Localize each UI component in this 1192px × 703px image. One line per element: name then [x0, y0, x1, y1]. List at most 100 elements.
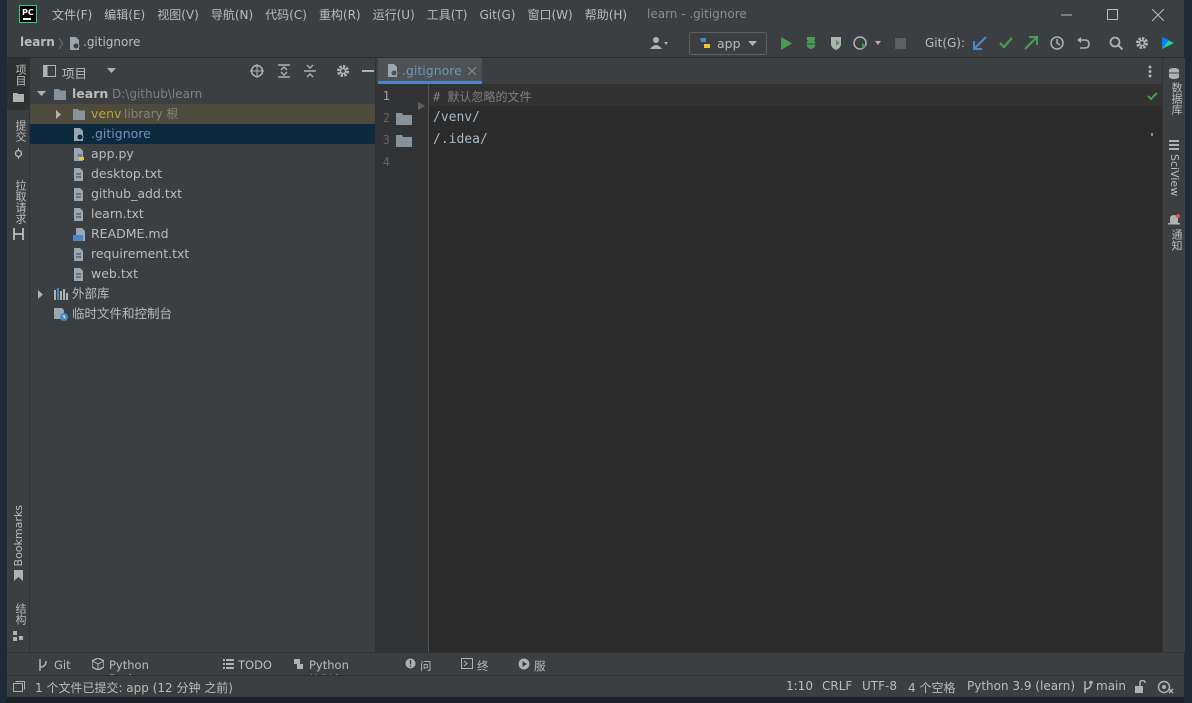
no-problems-check-icon[interactable] [1147, 92, 1158, 101]
menu-window[interactable]: 窗口(W) [527, 6, 572, 23]
profiler-icon [853, 36, 881, 50]
git-update-button[interactable] [970, 33, 990, 53]
tool-window-notifications[interactable]: 通知 [1168, 229, 1184, 251]
menu-navigate[interactable]: 导航(N) [211, 6, 253, 23]
breadcrumb-file[interactable]: .gitignore [83, 35, 140, 49]
close-tab-icon[interactable] [468, 67, 476, 75]
jetbrains-toolbox-button[interactable] [1158, 33, 1178, 53]
tree-row-scratches[interactable]: 临时文件和控制台 [30, 304, 375, 324]
commit-icon [14, 148, 23, 159]
clock-icon [1050, 36, 1064, 50]
run-button[interactable] [777, 33, 795, 53]
breadcrumb-project[interactable]: learn [20, 35, 55, 49]
tree-row-app-py[interactable]: app.py [30, 144, 375, 164]
collapse-all-icon[interactable] [303, 64, 317, 78]
close-window-button[interactable] [1135, 0, 1181, 29]
tree-path-learn: D:\github\learn [112, 87, 203, 101]
user-button[interactable] [645, 33, 673, 53]
tab-gitignore[interactable]: .gitignore [378, 58, 482, 84]
git-branch[interactable]: main [1096, 679, 1126, 693]
chevron-right-icon[interactable] [56, 110, 62, 119]
git-history-button[interactable] [1047, 33, 1067, 53]
tool-window-project[interactable]: 项目 [12, 64, 28, 86]
menu-git[interactable]: Git(G) [479, 8, 515, 22]
chevron-down-icon[interactable] [37, 91, 46, 97]
hide-panel-icon[interactable] [362, 70, 374, 72]
gear-icon[interactable] [336, 64, 350, 78]
tree-row-external-libraries[interactable]: 外部库 [30, 284, 375, 304]
project-view-title[interactable]: 项目 [62, 63, 87, 82]
stop-button[interactable] [892, 33, 908, 53]
minimize-icon [1060, 14, 1072, 16]
git-push-button[interactable] [1021, 33, 1041, 53]
chevron-down-icon[interactable] [107, 68, 116, 74]
database-icon [1169, 68, 1179, 79]
menu-run[interactable]: 运行(U) [373, 6, 415, 23]
search-icon [1109, 36, 1123, 50]
line-separator[interactable]: CRLF [822, 679, 852, 693]
interpreter-inspector-icon[interactable] [1157, 680, 1174, 694]
status-bar: 1 个文件已提交: app (12 分钟 之前) 1:10 CRLF UTF-8… [7, 675, 1184, 698]
fold-marker-icon[interactable] [418, 102, 425, 110]
tree-row-learn-txt[interactable]: learn.txt [30, 204, 375, 224]
tool-window-database[interactable]: 数据库 [1168, 82, 1184, 115]
editor-area: .gitignore 1 2 3 4 # 默认忽略的文件 /venv/ /.id… [376, 58, 1162, 652]
tree-row-requirement-txt[interactable]: requirement.txt [30, 244, 375, 264]
tree-row-venv[interactable]: venv library 根 [30, 104, 375, 124]
text-file-icon [74, 208, 83, 221]
project-view-icon [43, 65, 56, 77]
title-bar: PC 文件(F) 编辑(E) 视图(V) 导航(N) 代码(C) 重构(R) 运… [7, 0, 1184, 29]
run-configuration-select[interactable]: app [689, 32, 767, 55]
menu-help[interactable]: 帮助(H) [585, 6, 627, 23]
project-header: 项目 [30, 58, 375, 84]
info-icon [405, 658, 416, 669]
minimize-button[interactable] [1043, 0, 1089, 29]
code-line-1[interactable]: # 默认忽略的文件 [433, 88, 531, 105]
user-icon [650, 37, 668, 49]
tree-row-web-txt[interactable]: web.txt [30, 264, 375, 284]
lock-icon[interactable] [1134, 680, 1146, 693]
tab-label: .gitignore [402, 63, 462, 78]
tree-row-learn[interactable]: learn D:\github\learn [30, 84, 375, 104]
tree-row-desktop-txt[interactable]: desktop.txt [30, 164, 375, 184]
tool-window-pull-requests[interactable]: 拉取请求 [12, 180, 28, 224]
menu-code[interactable]: 代码(C) [265, 6, 307, 23]
python-interpreter[interactable]: Python 3.9 (learn) [967, 679, 1075, 693]
code-line-2[interactable]: /venv/ [433, 110, 480, 125]
tree-label-web-txt: web.txt [91, 266, 139, 281]
git-commit-button[interactable] [996, 33, 1016, 53]
profile-button[interactable] [851, 33, 885, 53]
debug-button[interactable] [802, 33, 820, 53]
run-with-coverage-button[interactable] [827, 33, 845, 53]
tree-row-readme-md[interactable]: README.md [30, 224, 375, 244]
gitignore-file-icon [74, 128, 84, 141]
indent-setting[interactable]: 4 个空格 [908, 679, 955, 696]
tool-window-commit[interactable]: 提交 [12, 120, 28, 142]
tool-window-structure[interactable]: 结构 [12, 603, 28, 625]
tree-row-github-add-txt[interactable]: github_add.txt [30, 184, 375, 204]
menu-file[interactable]: 文件(F) [52, 6, 92, 23]
locate-file-icon[interactable] [250, 64, 264, 78]
code-line-3[interactable]: /.idea/ [433, 132, 488, 147]
status-message[interactable]: 1 个文件已提交: app (12 分钟 之前) [35, 679, 233, 696]
menu-view[interactable]: 视图(V) [157, 6, 199, 23]
toggle-tool-windows-icon[interactable] [13, 681, 25, 692]
menu-refactor[interactable]: 重构(R) [319, 6, 361, 23]
tool-window-bookmarks[interactable]: Bookmarks [12, 505, 25, 566]
settings-button[interactable] [1132, 33, 1152, 53]
tool-window-sciview[interactable]: SciView [1168, 154, 1181, 196]
checkmark-icon [999, 37, 1013, 49]
more-options-icon[interactable] [1148, 65, 1152, 78]
arrow-down-left-icon [973, 36, 987, 50]
chevron-right-icon[interactable] [38, 290, 44, 299]
menu-tools[interactable]: 工具(T) [427, 6, 468, 23]
menu-edit[interactable]: 编辑(E) [104, 6, 145, 23]
file-encoding[interactable]: UTF-8 [862, 679, 897, 693]
line-number: 2 [382, 111, 390, 125]
expand-all-icon[interactable] [277, 64, 291, 78]
search-everywhere-button[interactable] [1106, 33, 1126, 53]
git-rollback-button[interactable] [1073, 33, 1093, 53]
maximize-button[interactable] [1089, 0, 1135, 29]
tree-row-gitignore[interactable]: .gitignore [30, 124, 375, 144]
caret-position[interactable]: 1:10 [786, 679, 813, 693]
